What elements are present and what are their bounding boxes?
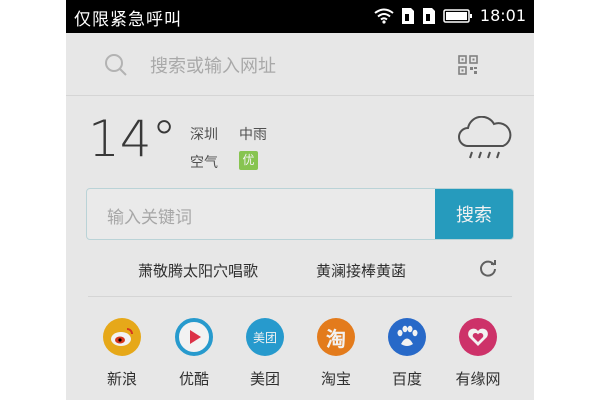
rain-cloud-icon <box>456 115 514 168</box>
sim2-icon <box>422 7 436 25</box>
weather-condition: 中雨 <box>239 127 267 143</box>
app-sina[interactable]: 新浪 <box>87 318 157 389</box>
status-icons: 18:01 <box>374 6 526 25</box>
taobao-icon: 淘 <box>317 318 355 356</box>
app-label: 优酷 <box>178 370 209 388</box>
status-bar: 仅限紧急呼叫 18:01 <box>66 0 534 33</box>
sim1-icon <box>401 7 415 25</box>
wifi-icon <box>374 8 394 24</box>
keyword-search-box[interactable]: 输入关键词 搜索 <box>86 188 514 240</box>
status-text: 仅限紧急呼叫 <box>74 10 182 30</box>
refresh-icon[interactable] <box>478 258 498 282</box>
weibo-icon <box>103 318 141 356</box>
phone-screen: 仅限紧急呼叫 18:01 搜索或输入网址 14° 深圳 中雨 空气 优 输入关键… <box>66 0 534 400</box>
meituan-icon: 美团 <box>246 318 284 356</box>
app-shortcuts: 新浪 优酷 美团 美团 淘 淘宝 百度 有缘网 <box>66 318 534 400</box>
hot-searches: 萧敬腾太阳穴唱歌 黄澜接棒黄菡 <box>66 252 534 288</box>
youku-icon <box>175 318 213 356</box>
app-baidu[interactable]: 百度 <box>372 318 442 389</box>
app-label: 新浪 <box>106 370 137 388</box>
hot-search-item[interactable]: 萧敬腾太阳穴唱歌 <box>138 260 258 281</box>
battery-icon <box>443 8 473 24</box>
temperature: 14° <box>88 110 177 168</box>
app-label: 美团 <box>249 370 280 388</box>
qr-code-icon[interactable] <box>458 55 478 79</box>
app-youku[interactable]: 优酷 <box>159 318 229 389</box>
app-meituan[interactable]: 美团 美团 <box>230 318 300 389</box>
divider <box>88 296 512 297</box>
weather-widget[interactable]: 14° 深圳 中雨 空气 优 <box>66 96 534 186</box>
hot-search-item[interactable]: 黄澜接棒黄菡 <box>316 260 406 281</box>
youyuan-icon <box>459 318 497 356</box>
baidu-icon <box>388 318 426 356</box>
address-placeholder[interactable]: 搜索或输入网址 <box>150 52 276 78</box>
city-name: 深圳 <box>190 127 218 143</box>
air-quality-badge: 优 <box>239 151 258 170</box>
air-quality-label: 空气 <box>190 155 218 171</box>
address-bar[interactable]: 搜索或输入网址 <box>66 33 534 96</box>
app-label: 淘宝 <box>320 370 351 388</box>
app-youyuan[interactable]: 有缘网 <box>443 318 513 389</box>
app-label: 有缘网 <box>455 370 501 388</box>
status-time: 18:01 <box>479 6 526 25</box>
app-label: 百度 <box>391 370 422 388</box>
keyword-search-input[interactable]: 输入关键词 <box>107 203 192 228</box>
search-icon <box>104 53 128 81</box>
search-button[interactable]: 搜索 <box>435 189 513 239</box>
app-taobao[interactable]: 淘 淘宝 <box>301 318 371 389</box>
